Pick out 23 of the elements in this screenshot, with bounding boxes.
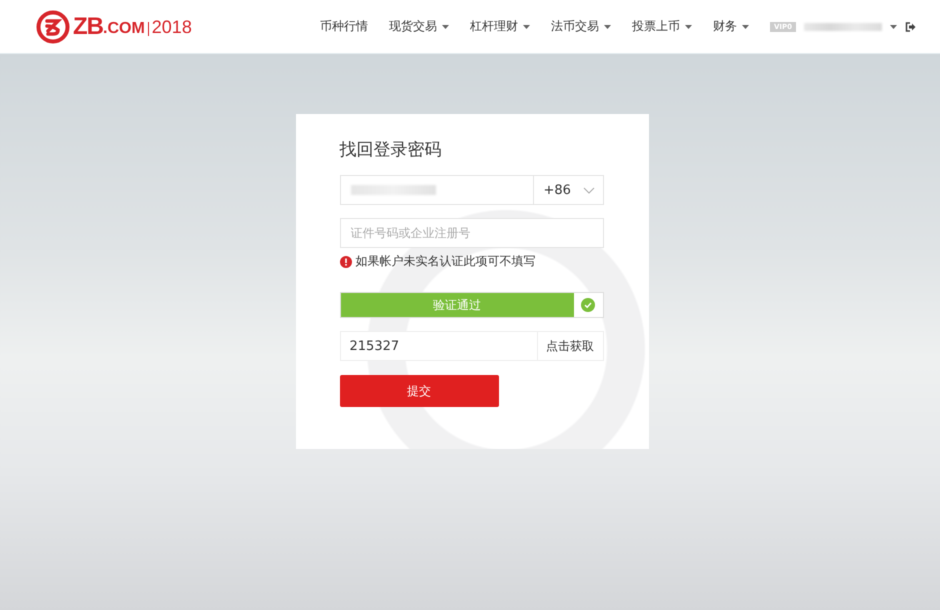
logo-icon [36, 10, 70, 44]
error-icon [340, 256, 352, 268]
country-code-select[interactable]: +86 [532, 176, 602, 204]
get-code-button[interactable]: 点击获取 [538, 331, 604, 361]
nav-menu-item[interactable]: 法币交易 [551, 18, 611, 35]
check-icon [581, 298, 595, 312]
logout-icon[interactable] [905, 22, 916, 32]
sms-code-field[interactable]: 215327 [340, 331, 538, 361]
phone-field[interactable]: +86 [340, 175, 604, 205]
id-number-field[interactable]: 证件号码或企业注册号 [340, 218, 604, 248]
nav-menu-item[interactable]: 币种行情 [320, 18, 368, 35]
logo-year: 2018 [152, 17, 192, 38]
hint-text: 如果帐户未实名认证此项可不填写 [356, 253, 536, 270]
submit-button[interactable]: 提交 [340, 375, 498, 407]
logo-brand: ZB [73, 12, 103, 40]
nav-menu-item[interactable]: 投票上币 [632, 18, 692, 35]
nav-menu-item[interactable]: 杠杆理财 [470, 18, 530, 35]
logo-domain: .COM [103, 20, 145, 38]
form-title: 找回登录密码 [340, 139, 442, 161]
chevron-down-icon [582, 186, 594, 194]
caret-icon[interactable] [890, 24, 898, 28]
nav-menu-item[interactable]: 财务 [713, 18, 749, 35]
nav-menu-item[interactable]: 现货交易 [389, 18, 449, 35]
